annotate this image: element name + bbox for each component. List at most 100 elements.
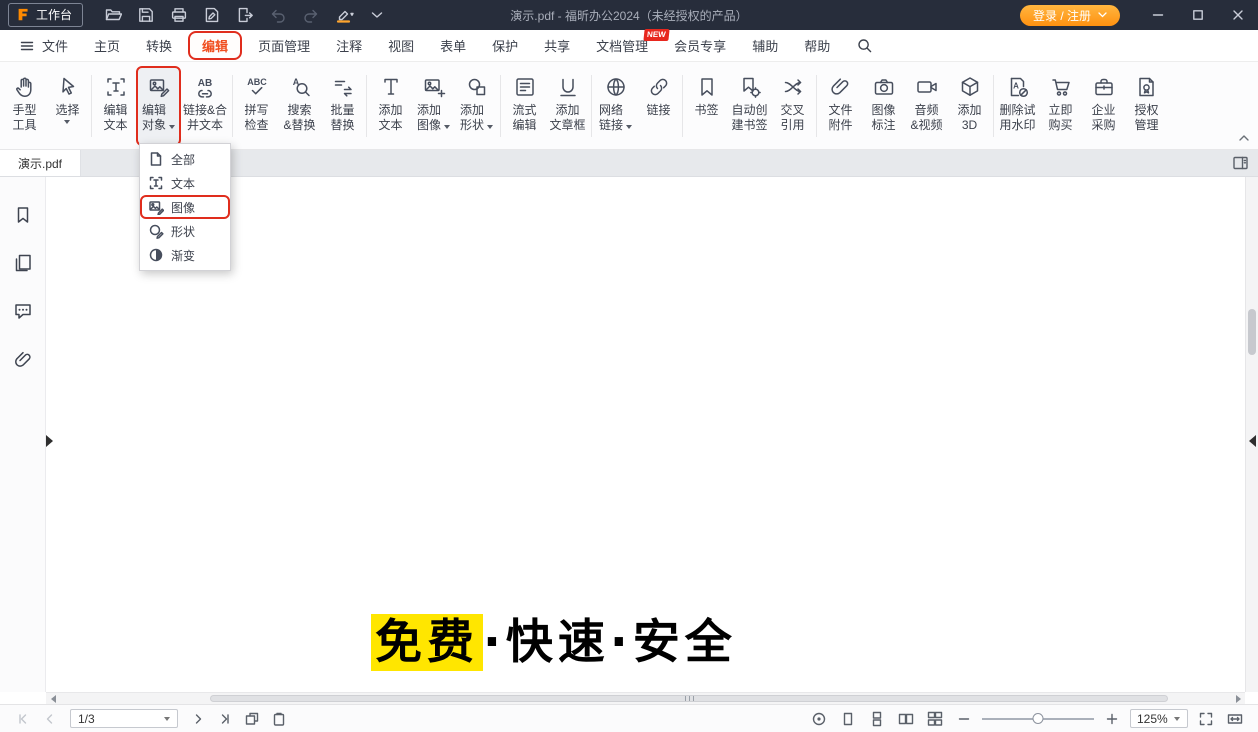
ribbon-button-bookmark[interactable]: 书签 — [685, 67, 728, 145]
menu-tab-help[interactable]: 帮助 — [791, 31, 843, 60]
scroll-right-icon[interactable] — [1231, 695, 1245, 703]
export-icon[interactable] — [231, 4, 258, 26]
all-objects-icon — [148, 151, 164, 167]
login-register-button[interactable]: 登录 / 注册 — [1020, 5, 1120, 26]
ribbon-separator — [591, 75, 592, 137]
dropdown-item-shape[interactable]: 形状 — [140, 219, 230, 243]
first-page-button[interactable] — [12, 709, 34, 729]
chevron-down-icon — [1174, 717, 1180, 721]
ribbon-button-file-attachment[interactable]: 文件 附件 — [819, 67, 862, 145]
next-page-button[interactable] — [187, 709, 209, 729]
print-icon[interactable] — [165, 4, 192, 26]
horizontal-scrollbar-thumb[interactable] — [210, 695, 1168, 702]
menu-tab-member-exclusive[interactable]: 会员专享 — [661, 31, 739, 60]
facing-page-button[interactable] — [895, 709, 917, 729]
read-mode-button[interactable] — [808, 709, 830, 729]
undo-icon[interactable] — [264, 4, 291, 26]
single-page-button[interactable] — [837, 709, 859, 729]
ribbon-button-edit-text[interactable]: 编辑 文本 — [94, 67, 137, 145]
document-tab[interactable]: 演示.pdf — [0, 150, 81, 176]
svg-text:ABC: ABC — [247, 77, 267, 87]
sidebar-expand-handle[interactable] — [46, 435, 53, 447]
ribbon-button-license-management[interactable]: 授权 管理 — [1125, 67, 1168, 145]
ribbon-button-link[interactable]: 链接 — [637, 67, 680, 145]
redo-icon[interactable] — [297, 4, 324, 26]
collapse-ribbon-icon[interactable] — [1237, 132, 1251, 144]
workspace-button[interactable]: 工作台 — [8, 3, 83, 27]
dropdown-item-all[interactable]: 全部 — [140, 147, 230, 171]
menu-tab-view[interactable]: 视图 — [375, 31, 427, 60]
continuous-page-button[interactable] — [866, 709, 888, 729]
dropdown-item-gradient[interactable]: 渐变 — [140, 243, 230, 267]
scroll-left-icon[interactable] — [46, 695, 60, 703]
highlighted-text: 免费 — [371, 614, 483, 671]
facing-continuous-button[interactable] — [924, 709, 946, 729]
quick-sign-icon[interactable] — [198, 4, 225, 26]
ribbon-button-add-text[interactable]: 添加 文本 — [369, 67, 412, 145]
ribbon-button-add-3d[interactable]: 添加 3D — [948, 67, 991, 145]
ribbon-button-select[interactable]: 选择 — [46, 67, 89, 145]
open-file-icon[interactable] — [99, 4, 126, 26]
menu-tab-document-management[interactable]: 文档管理NEW — [583, 31, 661, 60]
pages-panel-icon[interactable] — [11, 251, 35, 275]
menu-search-button[interactable] — [843, 32, 886, 59]
zoom-slider[interactable] — [982, 712, 1094, 725]
ribbon-button-batch-replace[interactable]: 批量 替换 — [321, 67, 364, 145]
zoom-level-select[interactable]: 125% — [1130, 709, 1188, 728]
ribbon-button-audio-video[interactable]: 音频 &视频 — [905, 67, 948, 145]
horizontal-scrollbar[interactable] — [46, 692, 1245, 704]
clipboard-icon[interactable] — [268, 709, 290, 729]
right-panel-expand-handle[interactable] — [1249, 435, 1256, 447]
ribbon-button-auto-bookmark[interactable]: 自动创 建书签 — [728, 67, 771, 145]
zoom-in-button[interactable] — [1101, 709, 1123, 729]
ribbon-button-image-annotation[interactable]: 图像 标注 — [862, 67, 905, 145]
dropdown-item-text[interactable]: 文本 — [140, 171, 230, 195]
ribbon-button-link-merge-text[interactable]: AB 链接&合 并文本 — [180, 67, 230, 145]
menu-tab-share[interactable]: 共享 — [531, 31, 583, 60]
menu-tab-protect[interactable]: 保护 — [479, 31, 531, 60]
menu-tab-page-management[interactable]: 页面管理 — [245, 31, 323, 60]
ribbon-button-cross-reference[interactable]: 交叉 引用 — [771, 67, 814, 145]
zoom-slider-thumb[interactable] — [1033, 713, 1044, 724]
menu-tab-form[interactable]: 表单 — [427, 31, 479, 60]
menu-tab-home[interactable]: 主页 — [81, 31, 133, 60]
ribbon-button-search-replace[interactable]: A 搜索 &替换 — [278, 67, 321, 145]
vertical-scrollbar-thumb[interactable] — [1248, 309, 1256, 355]
minimize-button[interactable] — [1138, 0, 1178, 30]
ribbon-button-add-article-box[interactable]: 添加 文章框 — [546, 67, 589, 145]
ribbon-button-add-image[interactable]: 添加 图像 — [412, 67, 455, 145]
prev-page-button[interactable] — [39, 709, 61, 729]
page-indicator: 1/3 — [78, 712, 95, 726]
page-number-select[interactable]: 1/3 — [70, 709, 178, 728]
menu-tab-comment[interactable]: 注释 — [323, 31, 375, 60]
ribbon-button-spell-check[interactable]: ABC 拼写 检查 — [235, 67, 278, 145]
bookmark-panel-icon[interactable] — [11, 203, 35, 227]
last-page-button[interactable] — [214, 709, 236, 729]
ribbon-button-web-link[interactable]: 网络 链接 — [594, 67, 637, 145]
ribbon-button-enterprise-purchase[interactable]: 企业 采购 — [1082, 67, 1125, 145]
snapshot-icon[interactable] — [241, 709, 263, 729]
page-panel-toggle-icon[interactable] — [1232, 155, 1258, 171]
ribbon-button-hand-tool[interactable]: 手型 工具 — [3, 67, 46, 145]
comments-panel-icon[interactable] — [11, 299, 35, 323]
menu-tab-convert[interactable]: 转换 — [133, 31, 185, 60]
maximize-button[interactable] — [1178, 0, 1218, 30]
fit-width-button[interactable] — [1224, 709, 1246, 729]
menu-file[interactable]: 文件 — [6, 31, 81, 60]
attachments-panel-icon[interactable] — [11, 347, 35, 371]
menu-tab-edit[interactable]: 编辑 — [188, 31, 242, 60]
ribbon-button-remove-trial-watermark[interactable]: A 删除试 用水印 — [996, 67, 1039, 145]
customize-toolbar-icon[interactable] — [363, 4, 390, 26]
close-button[interactable] — [1218, 0, 1258, 30]
image-object-icon — [148, 199, 164, 215]
save-icon[interactable] — [132, 4, 159, 26]
ribbon-button-add-shape[interactable]: 添加 形状 — [455, 67, 498, 145]
ribbon-button-buy-now[interactable]: 立即 购买 — [1039, 67, 1082, 145]
menu-tab-accessibility[interactable]: 辅助 — [739, 31, 791, 60]
ribbon-button-flow-edit[interactable]: 流式 编辑 — [503, 67, 546, 145]
ribbon-button-edit-object[interactable]: 编辑 对象 — [137, 67, 180, 145]
dropdown-item-image[interactable]: 图像 — [140, 195, 230, 219]
fullscreen-button[interactable] — [1195, 709, 1217, 729]
highlight-tool-icon[interactable] — [330, 4, 357, 26]
zoom-out-button[interactable] — [953, 709, 975, 729]
